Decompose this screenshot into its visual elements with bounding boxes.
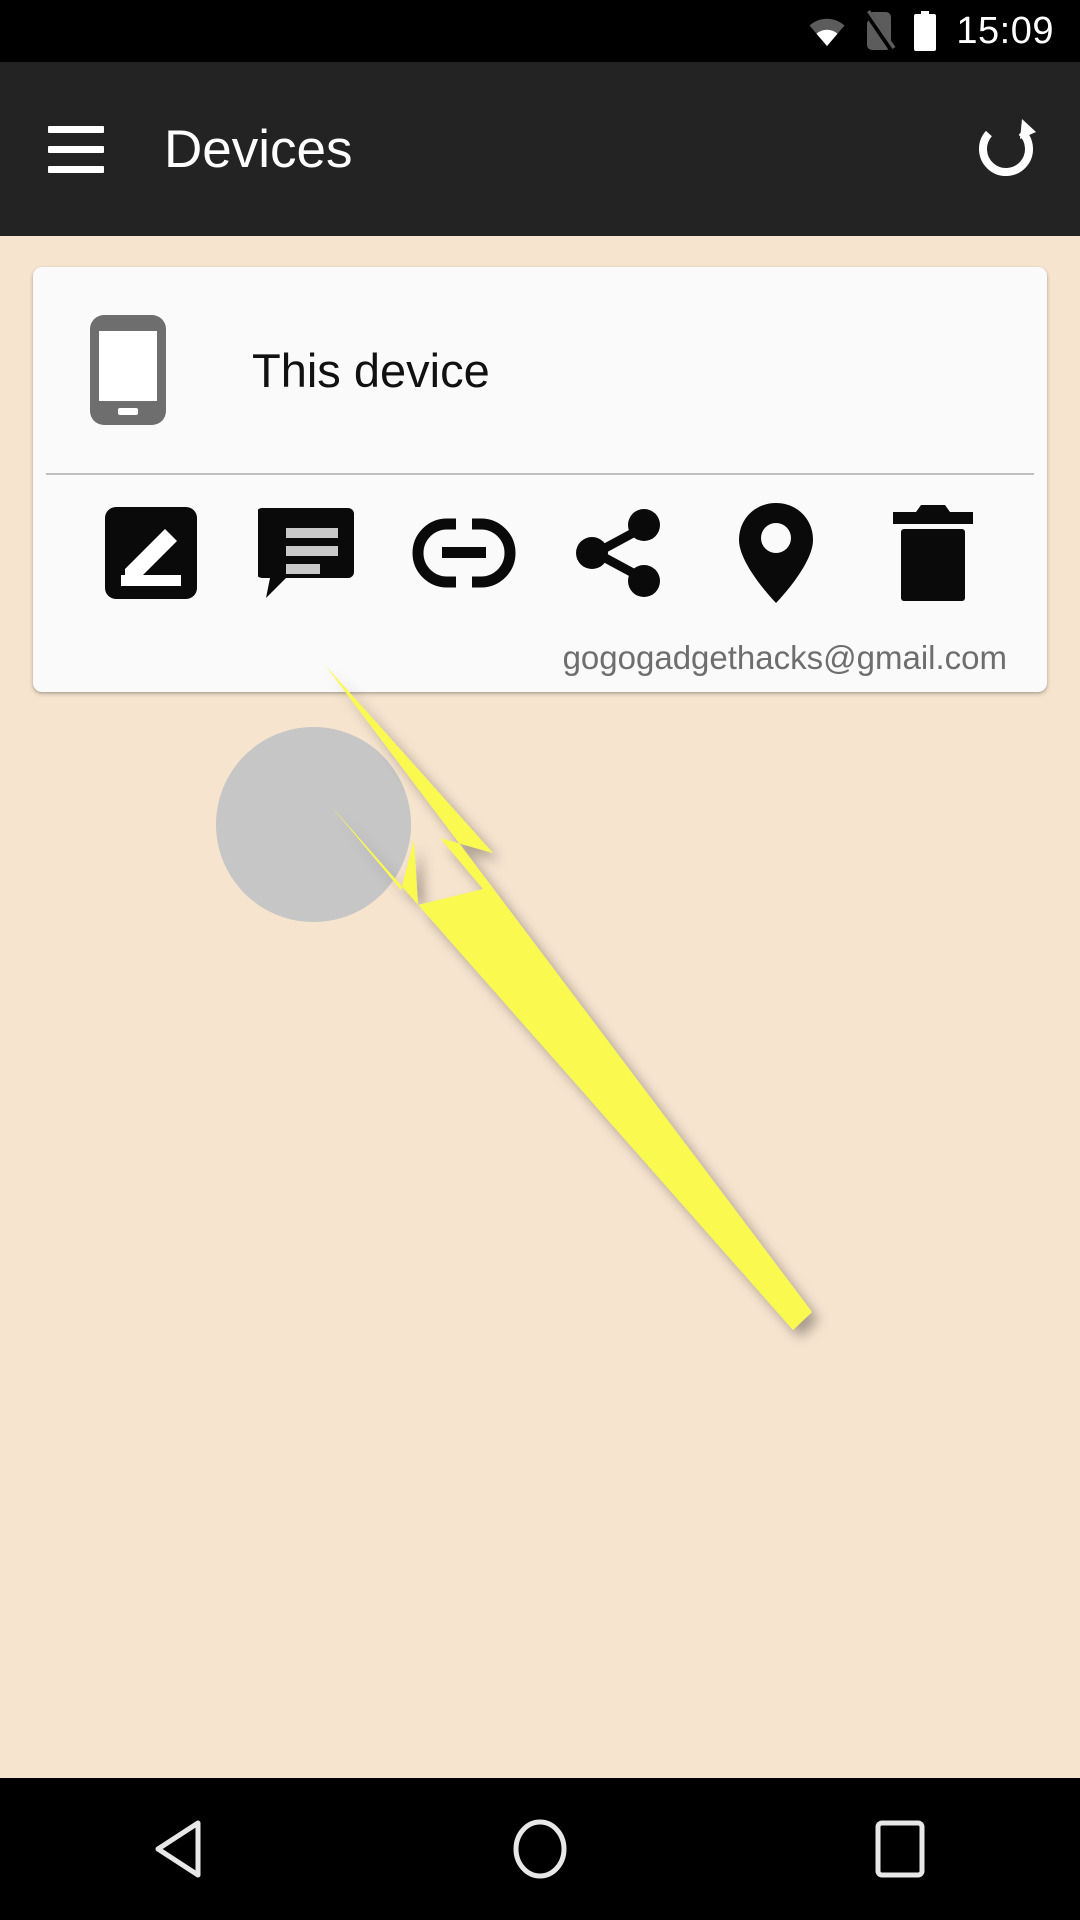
delete-button[interactable] xyxy=(855,488,1011,618)
hamburger-line xyxy=(48,125,104,133)
message-button[interactable] xyxy=(229,488,385,618)
device-name-label: This device xyxy=(252,343,490,397)
hamburger-line xyxy=(48,165,104,173)
locate-button[interactable] xyxy=(698,488,854,618)
nav-recents-button[interactable] xyxy=(825,1778,975,1920)
refresh-icon[interactable] xyxy=(966,109,1046,189)
location-pin-icon xyxy=(739,502,814,603)
app-bar: Devices xyxy=(0,62,1080,236)
link-chain-icon xyxy=(412,517,516,588)
sim-card-off-icon xyxy=(864,10,897,52)
compose-edit-icon xyxy=(105,506,198,599)
account-email-label: gogogadgethacks@gmail.com xyxy=(562,639,1007,676)
status-bar-clock: 15:09 xyxy=(956,10,1054,52)
device-card[interactable]: This device gogogadgethacks@gmail.com xyxy=(33,267,1047,922)
phone-screen: 15:09 Devices This device gogogadgethack… xyxy=(0,0,1080,1920)
wifi-icon xyxy=(806,15,848,47)
page-title: Devices xyxy=(164,119,353,179)
back-triangle-icon xyxy=(155,1820,201,1878)
link-button[interactable] xyxy=(386,488,542,618)
battery-full-icon xyxy=(912,10,938,52)
share-icon xyxy=(576,508,661,597)
share-button[interactable] xyxy=(542,488,698,618)
navigation-bar xyxy=(0,1778,1080,1920)
recents-square-icon xyxy=(875,1820,925,1878)
hamburger-line xyxy=(48,145,104,153)
device-header-row: This device xyxy=(33,267,1047,473)
home-circle-icon xyxy=(513,1819,567,1879)
compose-button[interactable] xyxy=(73,488,229,618)
nav-home-button[interactable] xyxy=(465,1778,615,1920)
message-chat-icon xyxy=(258,507,355,598)
hamburger-menu-icon[interactable] xyxy=(48,117,112,181)
trash-delete-icon xyxy=(892,504,973,601)
message-button-highlight xyxy=(216,727,411,922)
nav-back-button[interactable] xyxy=(105,1778,255,1920)
smartphone-icon xyxy=(88,313,168,427)
device-action-row xyxy=(33,475,1047,630)
status-bar: 15:09 xyxy=(0,0,1080,62)
